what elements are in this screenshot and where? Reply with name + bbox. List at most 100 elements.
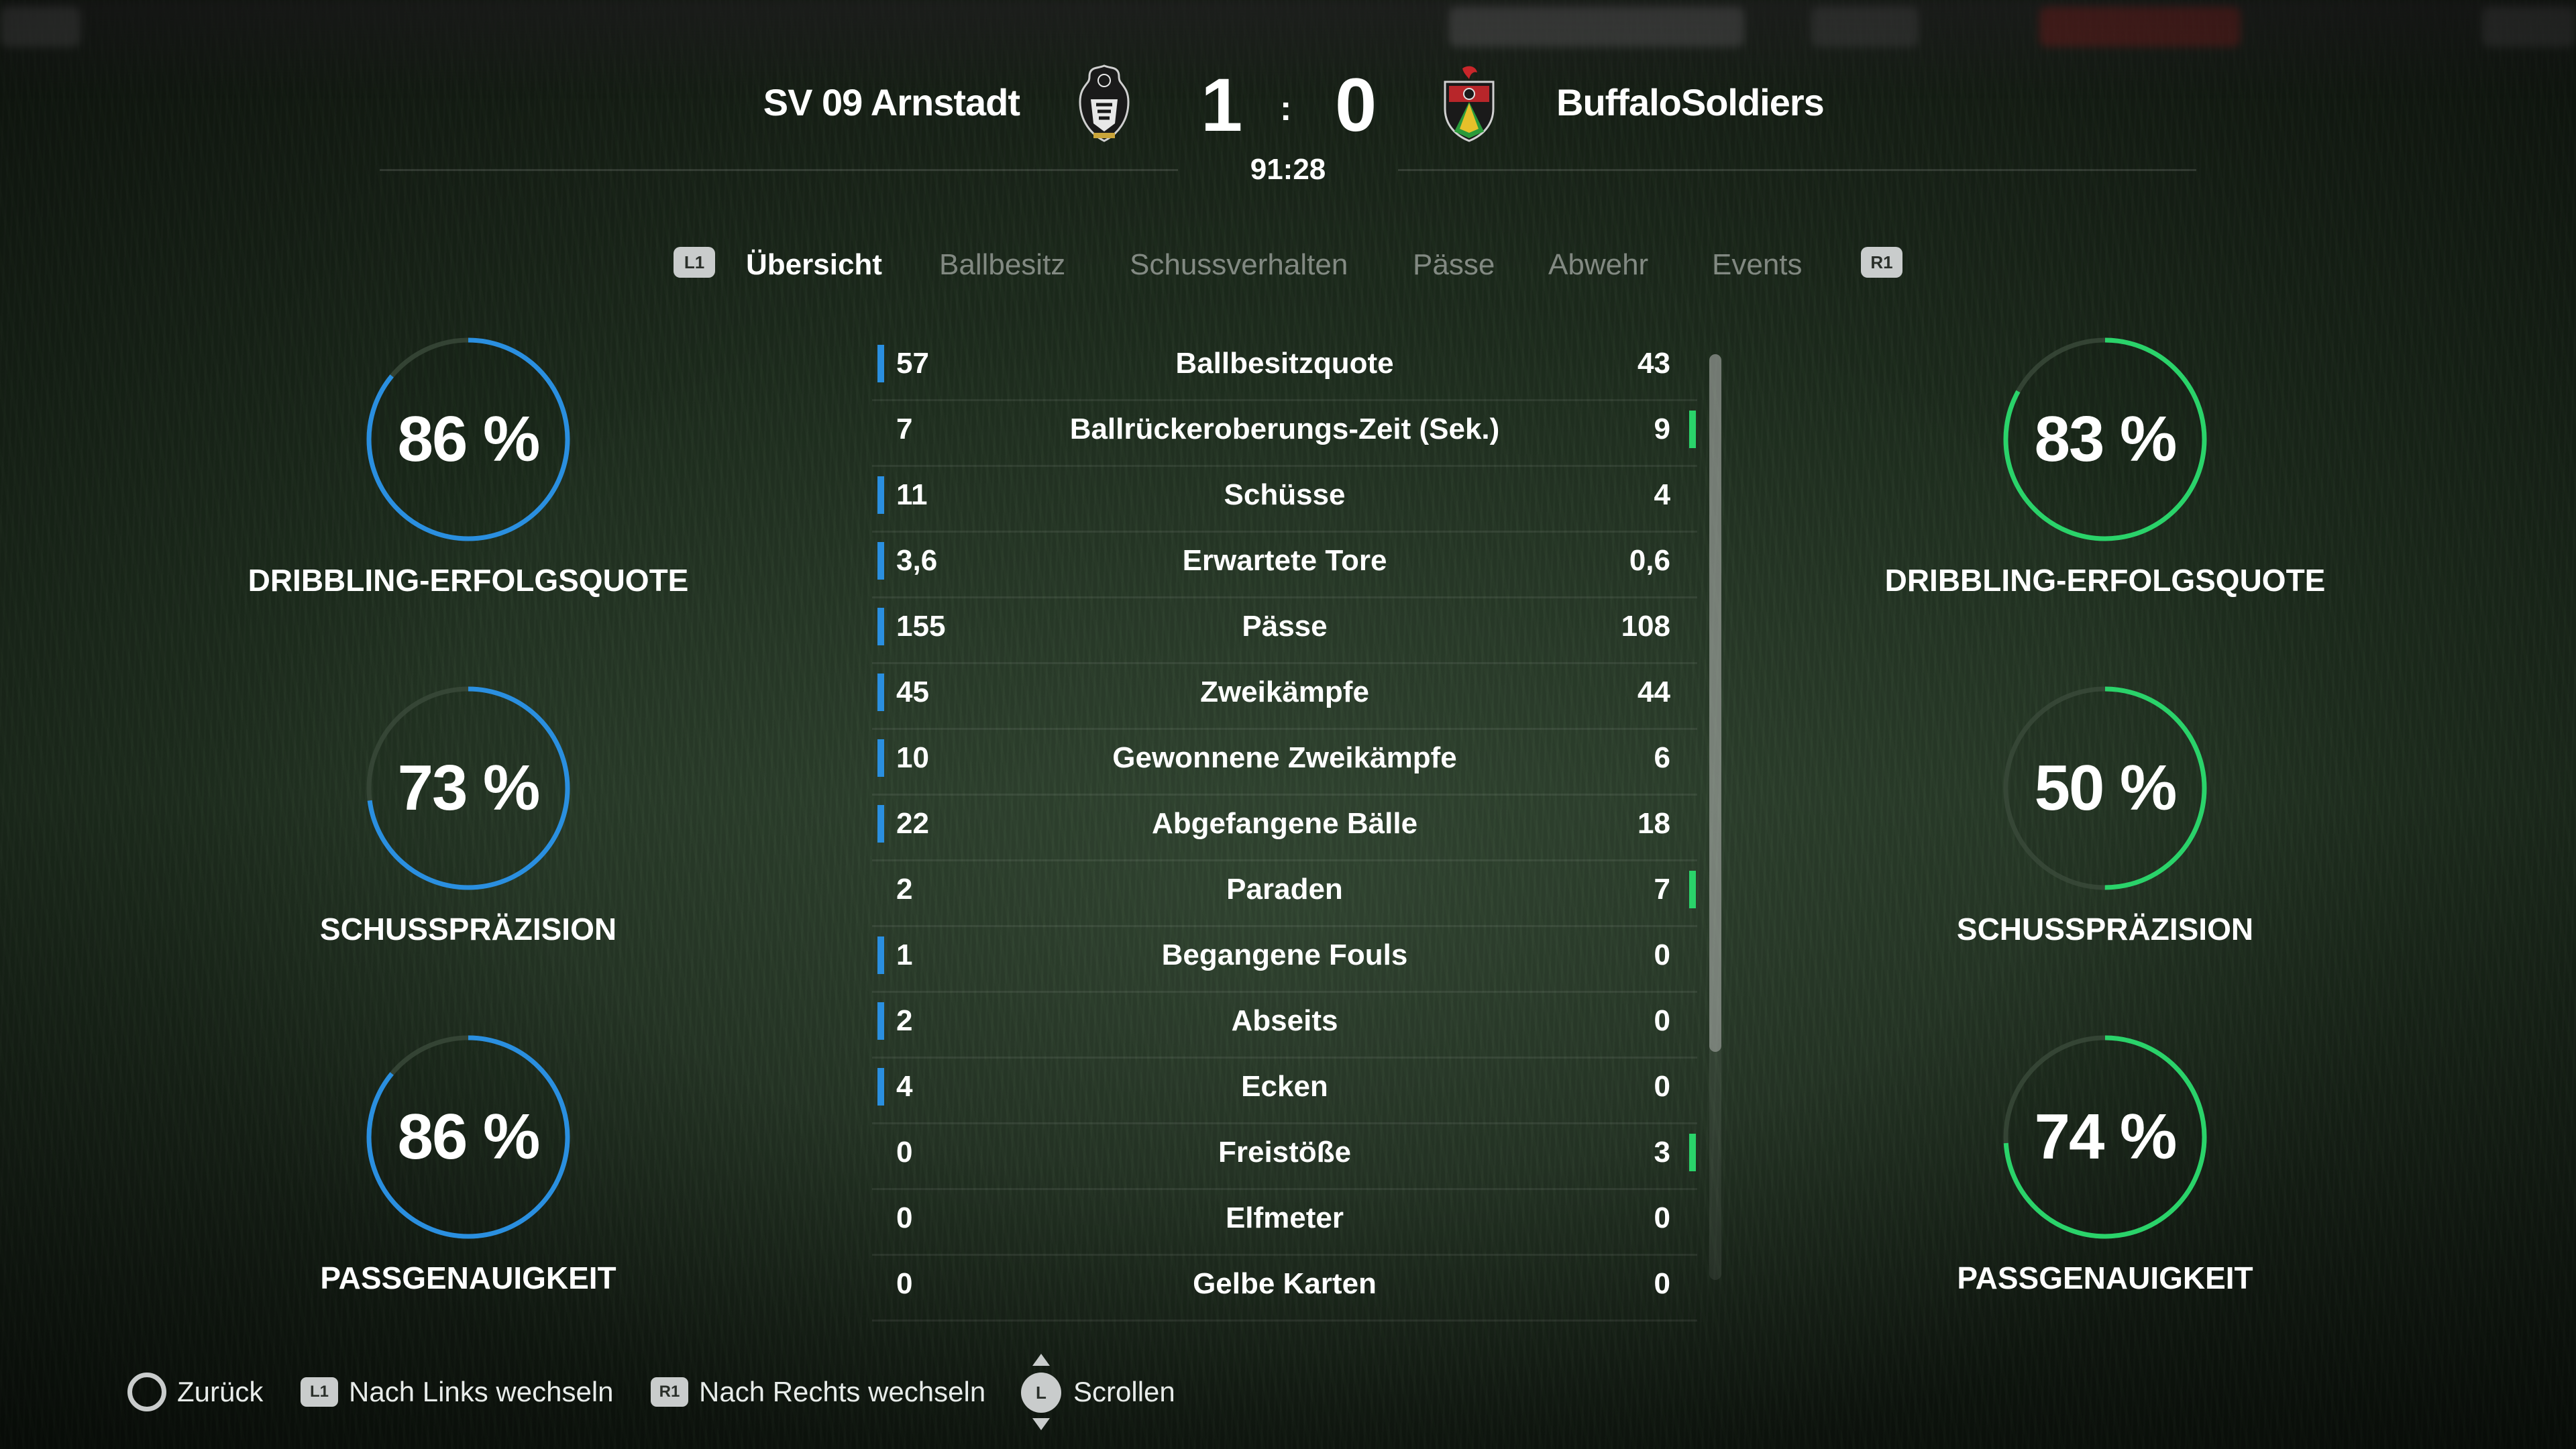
switch-right-label: Nach Rechts wechseln xyxy=(699,1376,986,1407)
stats-scrollbar-thumb[interactable] xyxy=(1709,354,1721,1052)
stat-label: Erwartete Tore xyxy=(1182,544,1387,577)
away-leader-bar xyxy=(1689,411,1696,448)
stat-label: Schüsse xyxy=(1224,478,1346,511)
stat-row: 10 Gewonnene Zweikämpfe 6 xyxy=(872,730,1697,796)
stat-label: Pässe xyxy=(1242,610,1328,643)
home-stat-value: 0 xyxy=(896,1201,913,1234)
gauge-label: PASSGENAUIGKEIT xyxy=(1957,1260,2253,1295)
away-stat-value: 0,6 xyxy=(1629,544,1670,577)
stat-row: 0 Freistöße 3 xyxy=(872,1124,1697,1190)
home-leader-bar xyxy=(877,345,884,382)
away-stat-value: 43 xyxy=(1638,347,1670,380)
home-leader-bar xyxy=(877,674,884,711)
stat-row: 0 Elfmeter 0 xyxy=(872,1190,1697,1256)
home-stat-value: 0 xyxy=(896,1267,913,1300)
scroll-hint[interactable]: L Scrollen xyxy=(1021,1354,1175,1430)
away-stat-value: 4 xyxy=(1654,478,1670,511)
away-leader-bar xyxy=(1689,871,1696,908)
stat-label: Abgefangene Bälle xyxy=(1151,807,1418,840)
home-score: 1 xyxy=(1201,63,1243,147)
tab-schussverhalten[interactable]: Schussverhalten xyxy=(1130,248,1348,282)
gauge-label: SCHUSSPRÄZISION xyxy=(1956,912,2254,947)
home-stat-value: 57 xyxy=(896,347,929,380)
home-leader-bar xyxy=(877,1068,884,1106)
circle-button-icon xyxy=(127,1373,166,1411)
stat-row: 4 Ecken 0 xyxy=(872,1059,1697,1124)
away-stat-value: 6 xyxy=(1654,741,1670,774)
stat-row: 7 Ballrückeroberungs-Zeit (Sek.) 9 xyxy=(872,401,1697,467)
home-team-name: SV 09 Arnstadt xyxy=(763,81,1020,123)
home-leader-bar xyxy=(877,542,884,580)
stat-row: 0 Gelbe Karten 0 xyxy=(872,1256,1697,1322)
home-leader-bar xyxy=(877,1002,884,1040)
switch-left-hint[interactable]: L1 Nach Links wechseln xyxy=(301,1368,614,1415)
gauge-value: 83 % xyxy=(2034,403,2178,475)
stat-label: Gelbe Karten xyxy=(1193,1267,1377,1300)
r1-button-icon: R1 xyxy=(651,1377,688,1407)
tab-uebersicht[interactable]: Übersicht xyxy=(746,248,882,282)
tab-events[interactable]: Events xyxy=(1712,248,1803,282)
away-gauge: 74 % PASSGENAUIGKEIT xyxy=(1884,1033,2326,1296)
away-stat-value: 0 xyxy=(1654,1070,1670,1103)
gauge-value: 74 % xyxy=(2034,1101,2178,1173)
stats-scrollbar[interactable] xyxy=(1709,354,1721,1280)
switch-left-label: Nach Links wechseln xyxy=(349,1376,614,1407)
stats-tabs: L1 Übersicht Ballbesitz Schussverhalten … xyxy=(0,241,2576,295)
home-gauge: 73 % SCHUSSPRÄZISION xyxy=(247,684,690,947)
home-stat-value: 22 xyxy=(896,807,929,840)
home-stat-value: 155 xyxy=(896,610,946,643)
away-team-name: BuffaloSoldiers xyxy=(1556,81,1825,123)
left-stick-icon: L xyxy=(1021,1354,1063,1430)
home-stat-value: 0 xyxy=(896,1136,913,1169)
away-gauge: 83 % DRIBBLING-ERFOLGSQUOTE xyxy=(1884,335,2326,598)
tab-paesse[interactable]: Pässe xyxy=(1413,248,1495,282)
home-leader-bar xyxy=(877,739,884,777)
gauge-label: SCHUSSPRÄZISION xyxy=(319,912,617,947)
home-leader-bar xyxy=(877,936,884,974)
home-stat-value: 1 xyxy=(896,938,913,971)
stat-label: Ballrückeroberungs-Zeit (Sek.) xyxy=(1069,413,1500,445)
match-clock: 91:28 xyxy=(1250,153,1326,186)
back-label: Zurück xyxy=(177,1376,264,1407)
gauge-label: PASSGENAUIGKEIT xyxy=(320,1260,616,1295)
stat-label: Gewonnene Zweikämpfe xyxy=(1112,741,1457,774)
scroll-label: Scrollen xyxy=(1073,1376,1175,1407)
home-stat-value: 7 xyxy=(896,413,913,445)
stat-row: 45 Zweikämpfe 44 xyxy=(872,664,1697,730)
home-stat-value: 2 xyxy=(896,873,913,906)
back-hint[interactable]: Zurück xyxy=(127,1368,263,1415)
home-stat-value: 3,6 xyxy=(896,544,938,577)
r1-button-icon[interactable]: R1 xyxy=(1861,247,1902,278)
tab-abwehr[interactable]: Abwehr xyxy=(1548,248,1648,282)
stat-label: Begangene Fouls xyxy=(1161,938,1408,971)
stat-row: 57 Ballbesitzquote 43 xyxy=(872,335,1697,401)
home-stat-value: 45 xyxy=(896,676,929,708)
gauge-value: 50 % xyxy=(2034,752,2178,824)
tab-ballbesitz[interactable]: Ballbesitz xyxy=(939,248,1065,282)
home-leader-bar xyxy=(877,805,884,843)
away-team-crest-icon xyxy=(1444,66,1495,142)
away-score: 0 xyxy=(1335,63,1377,147)
stat-label: Freistöße xyxy=(1218,1136,1352,1169)
away-leader-bar xyxy=(1689,1134,1696,1171)
controls-footer: Zurück L1 Nach Links wechseln R1 Nach Re… xyxy=(127,1354,2408,1430)
l1-button-icon[interactable]: L1 xyxy=(674,247,715,278)
home-leader-bar xyxy=(877,608,884,645)
switch-right-hint[interactable]: R1 Nach Rechts wechseln xyxy=(651,1368,985,1415)
away-stat-value: 0 xyxy=(1654,1267,1670,1300)
home-leader-bar xyxy=(877,476,884,514)
home-stat-value: 10 xyxy=(896,741,929,774)
away-stat-value: 44 xyxy=(1638,676,1670,708)
stat-row: 1 Begangene Fouls 0 xyxy=(872,927,1697,993)
stat-label: Elfmeter xyxy=(1225,1201,1344,1234)
header-divider-right xyxy=(1398,169,2196,171)
away-stat-value: 0 xyxy=(1654,1004,1670,1037)
match-header: SV 09 Arnstadt 1 : 0 BuffaloSoldiers 91:… xyxy=(0,0,2576,195)
l1-button-icon: L1 xyxy=(301,1377,338,1407)
home-gauge: 86 % DRIBBLING-ERFOLGSQUOTE xyxy=(247,335,690,598)
stat-row: 2 Paraden 7 xyxy=(872,861,1697,927)
home-gauge: 86 % PASSGENAUIGKEIT xyxy=(247,1033,690,1296)
gauge-value: 86 % xyxy=(397,1101,541,1173)
away-stat-value: 0 xyxy=(1654,1201,1670,1234)
home-stat-value: 11 xyxy=(896,478,928,511)
